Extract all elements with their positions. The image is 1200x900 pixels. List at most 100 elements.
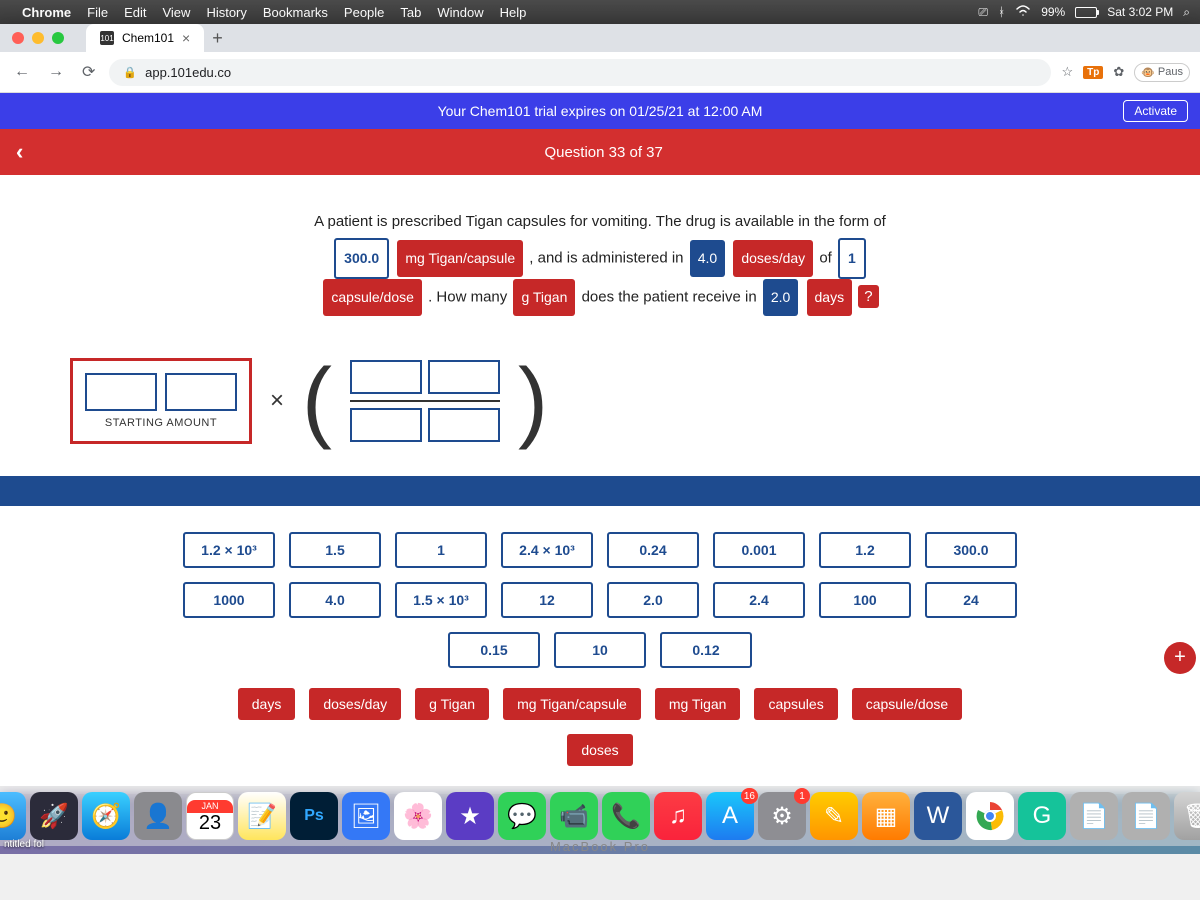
dock-messages[interactable]: 💬: [498, 792, 546, 840]
dock-preview[interactable]: 🖼: [342, 792, 390, 840]
close-window-button[interactable]: [12, 32, 24, 44]
number-tile[interactable]: 0.24: [607, 532, 699, 568]
number-tile[interactable]: 1.2 × 10³: [183, 532, 275, 568]
unit-tile[interactable]: capsules: [754, 688, 837, 720]
trial-text: Your Chem101 trial expires on 01/25/21 a…: [438, 103, 763, 119]
hardware-label: MacBook Pro: [550, 839, 650, 854]
menu-window[interactable]: Window: [437, 5, 483, 20]
menu-file[interactable]: File: [87, 5, 108, 20]
number-tile[interactable]: 0.15: [448, 632, 540, 668]
unit-tile[interactable]: g Tigan: [415, 688, 489, 720]
menu-tab[interactable]: Tab: [400, 5, 421, 20]
menu-history[interactable]: History: [206, 5, 246, 20]
denominator-value-slot[interactable]: [350, 408, 422, 442]
starting-unit-slot[interactable]: [165, 373, 237, 411]
dock-facetime[interactable]: 📹: [550, 792, 598, 840]
value-chip: 4.0: [690, 240, 725, 277]
numerator-value-slot[interactable]: [350, 360, 422, 394]
number-tile[interactable]: 1: [395, 532, 487, 568]
dock-photoshop[interactable]: Ps: [290, 792, 338, 840]
maximize-window-button[interactable]: [52, 32, 64, 44]
dock-word[interactable]: W: [914, 792, 962, 840]
dock-pages[interactable]: ✎: [810, 792, 858, 840]
dock-settings[interactable]: ⚙1: [758, 792, 806, 840]
activate-button[interactable]: Activate: [1123, 100, 1188, 122]
back-button[interactable]: ←: [10, 59, 34, 85]
number-tile[interactable]: 1000: [183, 582, 275, 618]
dock-chrome[interactable]: [966, 792, 1014, 840]
unit-tile[interactable]: mg Tigan/capsule: [503, 688, 641, 720]
dock-calendar[interactable]: JAN 23: [186, 792, 234, 840]
menu-help[interactable]: Help: [500, 5, 527, 20]
number-tile[interactable]: 12: [501, 582, 593, 618]
unit-tile[interactable]: mg Tigan: [655, 688, 741, 720]
dock-photos[interactable]: 🌸: [394, 792, 442, 840]
number-tile[interactable]: 1.5: [289, 532, 381, 568]
number-tile[interactable]: 4.0: [289, 582, 381, 618]
number-tile[interactable]: 1.5 × 10³: [395, 582, 487, 618]
menu-app[interactable]: Chrome: [22, 5, 71, 20]
spotlight-icon[interactable]: ⌕: [1183, 5, 1190, 20]
add-factor-button[interactable]: +: [1164, 642, 1196, 674]
starting-value-slot[interactable]: [85, 373, 157, 411]
number-tile[interactable]: 2.4: [713, 582, 805, 618]
dock-screenshot-1[interactable]: 📄: [1070, 792, 1118, 840]
trial-banner: Your Chem101 trial expires on 01/25/21 a…: [0, 93, 1200, 129]
number-tile[interactable]: 2.0: [607, 582, 699, 618]
dock-appstore[interactable]: A16: [706, 792, 754, 840]
browser-tab[interactable]: 101 Chem101 ×: [86, 24, 204, 52]
number-tile[interactable]: 1.2: [819, 532, 911, 568]
menu-bookmarks[interactable]: Bookmarks: [263, 5, 328, 20]
unit-tile[interactable]: doses/day: [309, 688, 401, 720]
bookmark-star-icon[interactable]: ☆: [1061, 64, 1073, 80]
airplay-icon[interactable]: ⎚: [978, 5, 988, 20]
clock[interactable]: Sat 3:02 PM: [1107, 5, 1173, 19]
dock-notes[interactable]: 📝: [238, 792, 286, 840]
numerator-unit-slot[interactable]: [428, 360, 500, 394]
unit-tile[interactable]: days: [238, 688, 296, 720]
reload-button[interactable]: ⟳: [78, 58, 99, 86]
denominator-unit-slot[interactable]: [428, 408, 500, 442]
unit-chip: doses/day: [733, 240, 813, 277]
wifi-icon[interactable]: [1015, 5, 1031, 20]
dock-phone[interactable]: 📞: [602, 792, 650, 840]
address-bar[interactable]: 🔒 app.101edu.co: [109, 59, 1051, 86]
chrome-window: 101 Chem101 × + ← → ⟳ 🔒 app.101edu.co ☆ …: [0, 24, 1200, 794]
bluetooth-icon[interactable]: ᚼ: [998, 5, 1005, 19]
extensions-icon[interactable]: ✿: [1113, 64, 1124, 80]
menu-people[interactable]: People: [344, 5, 384, 20]
dock-imovie[interactable]: ★: [446, 792, 494, 840]
forward-button[interactable]: →: [44, 59, 68, 85]
extension-tp[interactable]: Tp: [1083, 66, 1103, 79]
dock-contacts[interactable]: 👤: [134, 792, 182, 840]
dock-screenshot-2[interactable]: 📄: [1122, 792, 1170, 840]
unit-tile[interactable]: capsule/dose: [852, 688, 963, 720]
desktop-folder-label[interactable]: ntitled fol: [4, 839, 44, 850]
tab-close-icon[interactable]: ×: [182, 30, 190, 46]
number-tile[interactable]: 24: [925, 582, 1017, 618]
extension-paused[interactable]: 🐵 Paus: [1134, 63, 1190, 82]
dock-safari[interactable]: 🧭: [82, 792, 130, 840]
question-header-bar: ‹ Question 33 of 37: [0, 129, 1200, 175]
starting-amount-box[interactable]: STARTING AMOUNT: [70, 358, 252, 444]
dock-grammarly[interactable]: G: [1018, 792, 1066, 840]
minimize-window-button[interactable]: [32, 32, 44, 44]
prev-question-button[interactable]: ‹: [16, 139, 23, 165]
dock-numbers[interactable]: ▦: [862, 792, 910, 840]
number-tile[interactable]: 2.4 × 10³: [501, 532, 593, 568]
number-tile[interactable]: 0.001: [713, 532, 805, 568]
conversion-factor[interactable]: [350, 360, 500, 442]
dock-launchpad[interactable]: 🚀: [30, 792, 78, 840]
new-tab-button[interactable]: +: [212, 28, 223, 49]
menu-view[interactable]: View: [162, 5, 190, 20]
menu-edit[interactable]: Edit: [124, 5, 146, 20]
number-tile[interactable]: 100: [819, 582, 911, 618]
dock-trash[interactable]: 🗑: [1174, 792, 1200, 840]
unit-tile[interactable]: doses: [567, 734, 632, 766]
battery-icon[interactable]: [1075, 7, 1097, 18]
number-tile[interactable]: 10: [554, 632, 646, 668]
number-tile[interactable]: 0.12: [660, 632, 752, 668]
dock-music[interactable]: ♫: [654, 792, 702, 840]
dock-finder[interactable]: 🙂: [0, 792, 26, 840]
number-tile[interactable]: 300.0: [925, 532, 1017, 568]
